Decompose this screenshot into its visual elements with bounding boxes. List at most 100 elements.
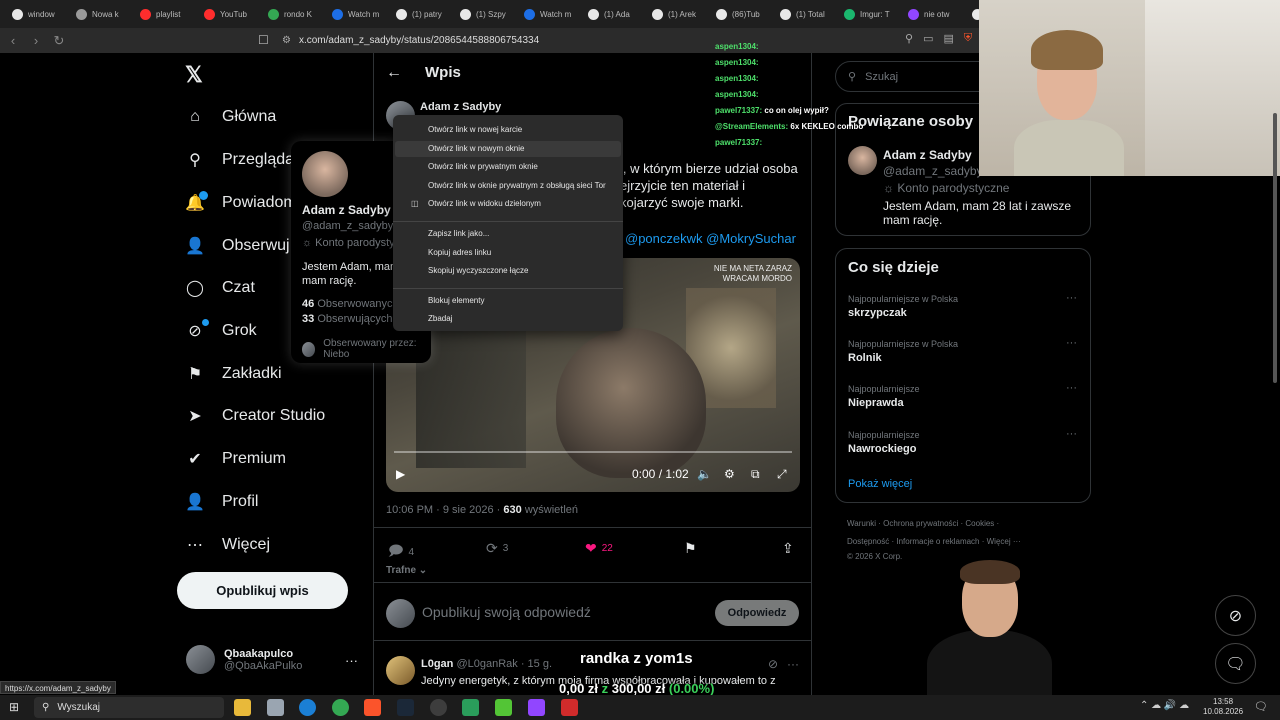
browser-tab[interactable]: (1) Szpy <box>452 3 514 25</box>
sidebar-item-8[interactable]: ➤ Creator Studio <box>185 406 325 426</box>
reply-more-icon[interactable]: ··· <box>787 657 799 671</box>
grok-button[interactable]: ⊘ <box>1215 595 1256 636</box>
reload-icon[interactable]: ↻ <box>49 33 69 49</box>
taskbar-search[interactable]: ⚲ Wyszukaj <box>34 697 224 718</box>
edge-icon[interactable] <box>299 699 316 716</box>
reply-author-avatar[interactable] <box>386 656 415 685</box>
bookmark-page-icon[interactable]: ☐ <box>258 33 269 47</box>
context-menu-item[interactable]: Otwórz link w nowej karcie <box>428 125 522 134</box>
settings-icon[interactable]: ⚙ <box>724 467 735 481</box>
sidebar-item-1[interactable]: ⌂ Główna <box>185 107 276 127</box>
trend-title[interactable]: Rolnik <box>848 352 882 364</box>
reader-icon[interactable]: ▤ <box>943 32 953 45</box>
sidebar-item-10[interactable]: 👤 Profil <box>185 492 258 512</box>
context-menu-item[interactable]: Skopiuj wyczyszczone łącze <box>428 266 528 275</box>
browser-tab[interactable]: Watch m <box>324 3 386 25</box>
scrollbar-thumb[interactable] <box>1273 113 1277 383</box>
taskbar-app-icon[interactable] <box>561 699 578 716</box>
browser-tab[interactable]: (1) Ada <box>580 3 642 25</box>
footer-links[interactable]: Dostępność · Informacje o reklamach · Wi… <box>847 537 1021 546</box>
video-progress-bar[interactable] <box>394 451 792 453</box>
context-menu-item[interactable]: Blokuj elementy <box>428 296 484 305</box>
sidebar-item-2[interactable]: ⚲ Przeglądaj <box>185 150 297 170</box>
sidebar-item-5[interactable]: ◯ Czat <box>185 278 255 298</box>
browser-tab[interactable]: YouTub <box>196 3 258 25</box>
reply-author-name[interactable]: L0gan <box>421 658 453 670</box>
hover-card-following[interactable]: 46 Obserwowanych <box>302 298 399 310</box>
account-switcher[interactable]: Qbaakapulco @QbaAkaPulko <box>186 645 302 674</box>
bookmark-action[interactable]: ⚑ <box>684 540 697 557</box>
file-explorer-icon[interactable] <box>234 699 251 716</box>
reply-input[interactable]: Opublikuj swoją odpowiedź <box>422 604 591 620</box>
volume-icon[interactable]: 🔈 <box>697 467 712 481</box>
context-menu-item[interactable]: Zapisz link jako... <box>428 229 489 238</box>
browser-tab[interactable]: (1) Arek <box>644 3 706 25</box>
like-action[interactable]: ❤ 22 <box>585 540 613 557</box>
related-name[interactable]: Adam z Sadyby <box>883 148 972 162</box>
context-menu-item[interactable]: Otwórz link w widoku dzielonym <box>428 199 541 208</box>
trend-more-icon[interactable]: ··· <box>1066 337 1077 349</box>
brave-icon[interactable] <box>364 699 381 716</box>
share-action[interactable]: ⇪ <box>782 540 794 557</box>
hover-card-name[interactable]: Adam z Sadyby <box>302 203 391 217</box>
fullscreen-icon[interactable]: ⤢ <box>777 467 787 482</box>
pip-icon[interactable]: ⧉ <box>751 467 760 482</box>
hover-card-avatar[interactable] <box>302 151 348 197</box>
trend-more-icon[interactable]: ··· <box>1066 428 1077 440</box>
browser-tab[interactable]: (86)Tub <box>708 3 770 25</box>
browser-tab[interactable]: Nowa k <box>68 3 130 25</box>
notification-center-icon[interactable]: 🗨 <box>1254 700 1268 713</box>
page-scrollbar[interactable] <box>1272 53 1278 703</box>
site-settings-icon[interactable]: ⚙ <box>282 35 291 46</box>
messages-button[interactable]: 🗨 <box>1215 643 1256 684</box>
system-tray-icons[interactable]: ⌃ ☁ 🔊 ☁ <box>1140 700 1189 711</box>
zoom-icon[interactable]: ⚲ <box>905 32 913 45</box>
context-menu-item[interactable]: Zbadaj <box>428 314 452 323</box>
reply-button[interactable]: Odpowiedz <box>715 600 799 626</box>
trend-more-icon[interactable]: ··· <box>1066 292 1077 304</box>
chrome-icon[interactable] <box>332 699 349 716</box>
browser-tab[interactable]: playlist <box>132 3 194 25</box>
windows-start-icon[interactable]: ⊞ <box>9 700 19 714</box>
context-menu-item[interactable]: Kopiuj adres linku <box>428 248 491 257</box>
forward-arrow-icon[interactable]: › <box>26 33 46 48</box>
sidebar-item-9[interactable]: ✔ Premium <box>185 449 286 469</box>
grok-explain-icon[interactable]: ⊘ <box>768 657 778 671</box>
brave-shield-icon[interactable]: ⛨ <box>964 32 972 45</box>
browser-tab[interactable]: rondo K <box>260 3 322 25</box>
obs-icon[interactable] <box>430 699 447 716</box>
cast-icon[interactable]: ▭ <box>923 32 933 45</box>
reply-sort-dropdown[interactable]: Trafne ⌄ <box>386 565 427 576</box>
url-field[interactable]: ⚙ x.com/adam_z_sadyby/status/20865445888… <box>282 31 982 50</box>
context-menu-item[interactable]: Otwórz link w nowym oknie <box>428 144 524 153</box>
sidebar-item-4[interactable]: 👤 Obserwuj <box>185 236 290 256</box>
twitch-icon[interactable] <box>528 699 545 716</box>
x-logo-icon[interactable]: 𝕏 <box>185 62 203 88</box>
play-icon[interactable]: ▶ <box>396 467 405 481</box>
browser-tab[interactable]: (1) patry <box>388 3 450 25</box>
browser-tab[interactable]: Watch m <box>516 3 578 25</box>
hover-card-followers[interactable]: 33 Obserwujących <box>302 313 393 325</box>
tweet-date[interactable]: 10:06 PM · 9 sie 2026 · <box>386 504 503 516</box>
account-more-icon[interactable]: ··· <box>345 653 358 668</box>
reply-action[interactable]: 🗩 4 <box>388 540 414 564</box>
back-icon[interactable]: ← <box>386 64 402 82</box>
sidebar-item-7[interactable]: ⚑ Zakładki <box>185 364 282 384</box>
context-menu-item[interactable]: Otwórz link w oknie prywatnym z obsługą … <box>428 181 606 190</box>
taskbar-clock[interactable]: 13:58 10.08.2026 <box>1203 697 1243 717</box>
browser-tab[interactable]: (1) Total <box>772 3 834 25</box>
hover-card-followed-by[interactable]: Obserwowany przez: Niebo <box>302 338 431 360</box>
show-more-link[interactable]: Pokaż więcej <box>848 478 912 490</box>
trend-title[interactable]: Nieprawda <box>848 397 904 409</box>
browser-tab[interactable]: Imgur: T <box>836 3 898 25</box>
trend-more-icon[interactable]: ··· <box>1066 382 1077 394</box>
browser-tab[interactable]: window <box>4 3 66 25</box>
post-button[interactable]: Opublikuj wpis <box>177 572 348 609</box>
repost-action[interactable]: ⟳ 3 <box>486 540 508 557</box>
tweet-mentions[interactable]: @ponczekwk @MokrySuchar <box>625 231 796 246</box>
footer-links[interactable]: Warunki · Ochrona prywatności · Cookies … <box>847 519 999 528</box>
tweet-author-name[interactable]: Adam z Sadyby <box>420 101 501 113</box>
kick-icon[interactable] <box>495 699 512 716</box>
taskbar-app-icon[interactable] <box>267 699 284 716</box>
trend-title[interactable]: skrzypczak <box>848 307 907 319</box>
